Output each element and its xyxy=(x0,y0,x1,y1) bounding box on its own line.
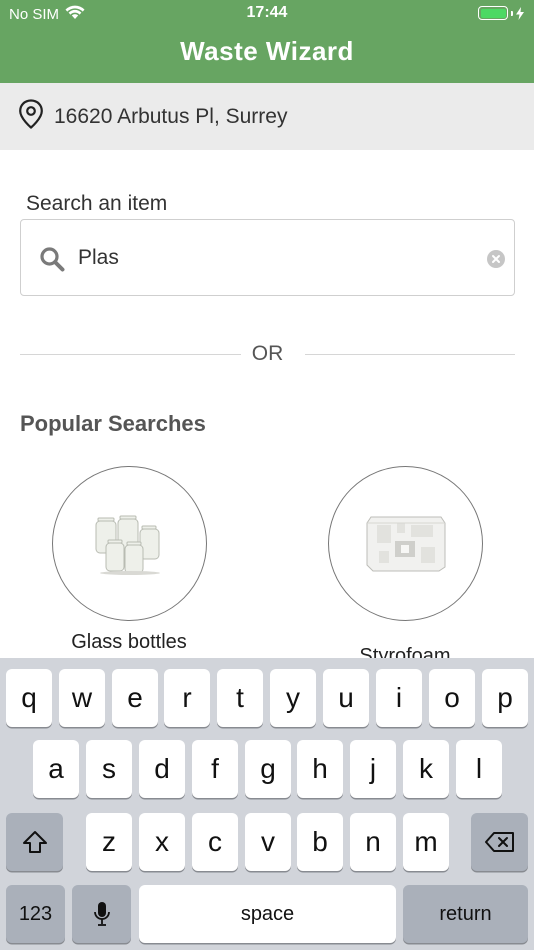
key-t[interactable]: t xyxy=(217,669,263,727)
key-x[interactable]: x xyxy=(139,813,185,871)
key-k[interactable]: k xyxy=(403,740,449,798)
shift-key[interactable] xyxy=(6,813,63,871)
key-l[interactable]: l xyxy=(456,740,502,798)
page-title: Waste Wizard xyxy=(180,36,354,66)
battery-icon xyxy=(478,6,524,20)
status-time: 17:44 xyxy=(246,4,288,21)
key-v[interactable]: v xyxy=(245,813,291,871)
key-p[interactable]: p xyxy=(482,669,528,727)
or-divider: OR xyxy=(20,338,515,370)
key-m[interactable]: m xyxy=(403,813,449,871)
key-e[interactable]: e xyxy=(112,669,158,727)
search-label: Search an item xyxy=(26,192,168,215)
search-input[interactable] xyxy=(78,238,478,278)
key-z[interactable]: z xyxy=(86,813,132,871)
popular-item-styrofoam[interactable] xyxy=(328,466,483,621)
key-q[interactable]: q xyxy=(6,669,52,727)
address-text: 16620 Arbutus Pl, Surrey xyxy=(54,104,288,128)
styrofoam-image xyxy=(366,516,445,571)
charging-icon xyxy=(516,6,524,20)
app-header: No SIM 17:44 Waste Wizard xyxy=(0,0,534,83)
popular-item-glass-bottles[interactable] xyxy=(52,466,207,621)
key-c[interactable]: c xyxy=(192,813,238,871)
divider-line-right xyxy=(305,354,515,355)
key-y[interactable]: y xyxy=(270,669,316,727)
key-a[interactable]: a xyxy=(33,740,79,798)
key-o[interactable]: o xyxy=(429,669,475,727)
microphone-icon xyxy=(93,902,110,926)
key-g[interactable]: g xyxy=(245,740,291,798)
popular-searches-title: Popular Searches xyxy=(20,411,206,436)
key-f[interactable]: f xyxy=(192,740,238,798)
return-key[interactable]: return xyxy=(403,885,528,943)
key-u[interactable]: u xyxy=(323,669,369,727)
key-n[interactable]: n xyxy=(350,813,396,871)
key-b[interactable]: b xyxy=(297,813,343,871)
status-bar: No SIM 17:44 xyxy=(0,0,534,28)
popular-item-label[interactable]: Glass bottles xyxy=(29,631,229,654)
key-w[interactable]: w xyxy=(59,669,105,727)
dictation-key[interactable] xyxy=(72,885,131,943)
key-i[interactable]: i xyxy=(376,669,422,727)
space-key[interactable]: space xyxy=(139,885,396,943)
key-r[interactable]: r xyxy=(164,669,210,727)
glass-bottles-image xyxy=(95,515,160,575)
numbers-key[interactable]: 123 xyxy=(6,885,65,943)
search-box[interactable] xyxy=(20,219,515,296)
location-bar[interactable]: 16620 Arbutus Pl, Surrey xyxy=(0,83,534,150)
key-d[interactable]: d xyxy=(139,740,185,798)
key-h[interactable]: h xyxy=(297,740,343,798)
shift-icon xyxy=(22,831,47,853)
location-pin-icon xyxy=(18,99,44,134)
keyboard: q w e r t y u i o p a s d f g h j k l z … xyxy=(0,658,534,950)
key-s[interactable]: s xyxy=(86,740,132,798)
backspace-icon xyxy=(484,832,514,852)
key-j[interactable]: j xyxy=(350,740,396,798)
clear-search-icon[interactable] xyxy=(487,250,505,268)
search-icon xyxy=(39,246,65,277)
delete-key[interactable] xyxy=(471,813,528,871)
